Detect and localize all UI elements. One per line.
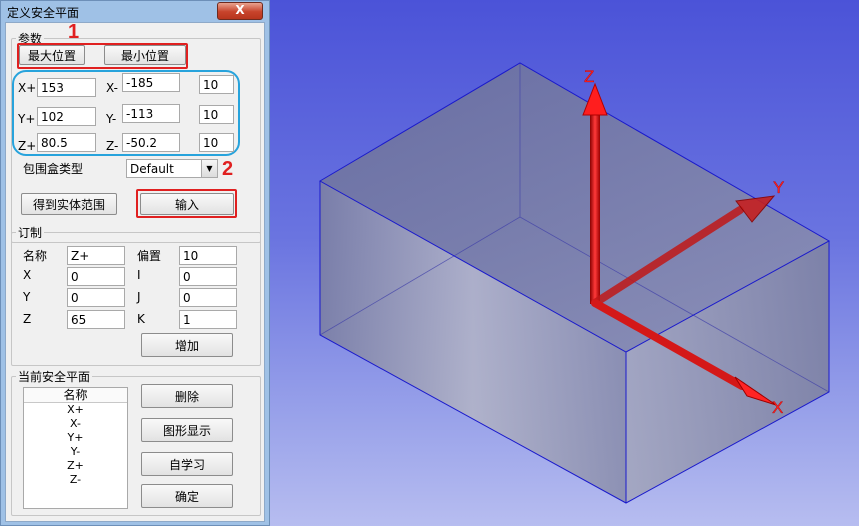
bbox-type-label: 包围盒类型 — [23, 162, 84, 176]
bbox-type-value: Default — [130, 162, 174, 176]
x-minus-label: X- — [106, 81, 118, 95]
list-item[interactable]: Z- — [24, 473, 127, 487]
list-item[interactable]: Y+ — [24, 431, 127, 445]
list-item[interactable]: Y- — [24, 445, 127, 459]
i-input[interactable]: 0 — [179, 267, 237, 286]
z-input[interactable]: 65 — [67, 310, 125, 329]
delete-button[interactable]: 删除 — [141, 384, 233, 408]
scene-svg: Z Y X — [318, 62, 831, 504]
axis-y-label: Y — [773, 178, 784, 197]
safety-plane-dialog: 定义安全平面 X 参数 最大位置 最小位置 1 X+ 153 X- -185 1… — [0, 0, 270, 526]
bbox-type-select[interactable]: Default ▼ — [126, 159, 218, 178]
dialog-title: 定义安全平面 — [7, 6, 80, 20]
x-input[interactable]: 0 — [67, 267, 125, 286]
annotation-number-2: 2 — [222, 158, 234, 180]
x-plus-label: X+ — [18, 81, 37, 95]
min-position-button[interactable]: 最小位置 — [104, 45, 186, 65]
z-plus-input[interactable]: 80.5 — [37, 133, 96, 152]
list-item[interactable]: X- — [24, 417, 127, 431]
close-button[interactable]: X — [217, 2, 263, 20]
z-plus-label: Z+ — [18, 139, 37, 153]
graphic-display-button[interactable]: 图形显示 — [141, 418, 233, 442]
y-label: Y — [23, 290, 31, 304]
chevron-down-icon[interactable]: ▼ — [201, 160, 217, 177]
z-minus-label: Z- — [106, 139, 119, 153]
input-button[interactable]: 输入 — [140, 193, 234, 215]
z-label: Z — [23, 312, 32, 326]
y-minus-input[interactable]: -113 — [122, 104, 180, 123]
add-button[interactable]: 增加 — [141, 333, 233, 357]
3d-viewport[interactable]: Z Y X — [270, 0, 859, 526]
title-bar[interactable]: 定义安全平面 X — [1, 1, 269, 21]
y-plus-label: Y+ — [18, 112, 36, 126]
self-learn-button[interactable]: 自学习 — [141, 452, 233, 476]
offset-label: 偏置 — [137, 249, 162, 263]
y-minus-label: Y- — [106, 112, 117, 126]
k-input[interactable]: 1 — [179, 310, 237, 329]
safety-plane-list[interactable]: 名称 X+ X- Y+ Y- Z+ Z- — [23, 387, 128, 509]
name-label: 名称 — [23, 249, 48, 263]
x-offset-input[interactable]: 10 — [199, 75, 234, 94]
y-input[interactable]: 0 — [67, 288, 125, 307]
x-plus-input[interactable]: 153 — [37, 78, 96, 97]
confirm-button[interactable]: 确定 — [141, 484, 233, 508]
y-offset-input[interactable]: 10 — [199, 105, 234, 124]
axis-z-label: Z — [584, 67, 594, 86]
offset-input[interactable]: 10 — [179, 246, 237, 265]
list-header-name: 名称 — [24, 388, 127, 403]
max-position-button[interactable]: 最大位置 — [19, 45, 85, 65]
name-input[interactable]: Z+ — [67, 246, 125, 265]
z-offset-input[interactable]: 10 — [199, 133, 234, 152]
list-item[interactable]: Z+ — [24, 459, 127, 473]
y-plus-input[interactable]: 102 — [37, 107, 96, 126]
k-label: K — [137, 312, 145, 326]
j-input[interactable]: 0 — [179, 288, 237, 307]
x-label: X — [23, 268, 32, 282]
get-entity-range-button[interactable]: 得到实体范围 — [21, 193, 117, 215]
i-label: I — [137, 268, 141, 282]
x-minus-input[interactable]: -185 — [122, 73, 180, 92]
current-legend: 当前安全平面 — [18, 370, 91, 384]
list-item[interactable]: X+ — [24, 403, 127, 417]
axis-x-label: X — [772, 398, 783, 417]
annotation-number-1: 1 — [68, 21, 80, 43]
custom-legend: 订制 — [18, 226, 43, 240]
z-minus-input[interactable]: -50.2 — [122, 133, 180, 152]
dialog-client-area: 参数 最大位置 最小位置 1 X+ 153 X- -185 10 Y+ 102 … — [5, 21, 265, 522]
j-label: J — [137, 290, 141, 304]
